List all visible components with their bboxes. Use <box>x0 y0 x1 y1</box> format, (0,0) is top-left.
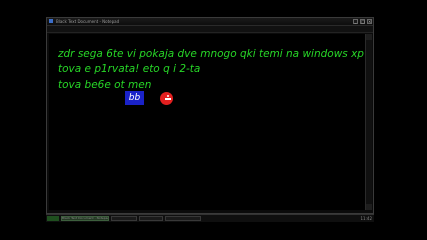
taskbar-item-2[interactable] <box>111 216 137 221</box>
menu-bar: File Edit Format View Help <box>47 26 373 42</box>
minimize-button[interactable]: _ <box>353 19 358 24</box>
taskbar-item-4[interactable] <box>165 216 201 221</box>
scroll-up-icon[interactable] <box>366 34 372 40</box>
red-smiley-icon <box>160 92 173 105</box>
text-line-2: tova e p1rvata! eto q i 2-ta <box>58 63 201 75</box>
taskbar-item-3[interactable] <box>139 216 163 221</box>
smiley-mouth <box>165 98 171 100</box>
close-button[interactable]: × <box>367 19 372 24</box>
title-bar[interactable]: Black Text Document - Notepad _ □ × <box>47 18 373 26</box>
start-button[interactable] <box>47 216 59 221</box>
window-title: Black Text Document - Notepad <box>56 19 120 24</box>
vertical-scrollbar[interactable] <box>365 34 372 210</box>
text-line-1: zdr sega 6te vi pokaja dve mnogo qki tem… <box>58 48 364 60</box>
bb-badge: bb <box>125 91 144 105</box>
scroll-down-icon[interactable] <box>366 204 372 210</box>
taskbar: Black Text Document - Notepad 11:42 <box>46 214 374 222</box>
taskbar-item-notepad[interactable]: Black Text Document - Notepad <box>61 216 109 221</box>
text-editor[interactable]: zdr sega 6te vi pokaja dve mnogo qki tem… <box>49 34 365 210</box>
notepad-icon <box>49 19 53 23</box>
smiley-eye <box>167 95 169 97</box>
notepad-window: Black Text Document - Notepad _ □ × File… <box>46 17 374 214</box>
text-line-3: tova be6e ot men <box>58 79 152 91</box>
system-clock: 11:42 <box>360 216 372 221</box>
maximize-button[interactable]: □ <box>360 19 365 24</box>
